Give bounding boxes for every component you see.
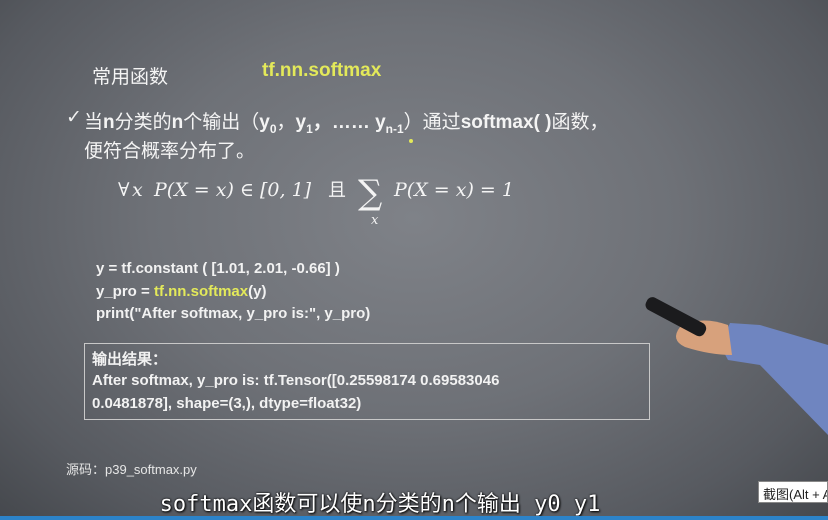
bullet-y1: y [295,112,307,133]
bullet-text: 分类的 [114,112,172,133]
bullet-n: n [103,112,115,133]
bullet-sub1: 1 [306,121,313,136]
video-subtitle: softmax函数可以使n分类的n个输出 y0 y1 [159,492,601,517]
forall-symbol: ∀ [118,179,130,201]
pointer-dot [409,139,413,143]
formula-prob: P(X = x) ∈ [0, 1] [153,179,312,201]
output-line-1: After softmax, y_pro is: tf.Tensor([0.25… [92,372,500,389]
bullet-subn: n-1 [385,121,404,136]
presenter-hand-image [645,297,828,435]
bullet-softmax: softmax( ) [460,112,552,133]
bullet-y0: y [259,112,270,133]
bullet-text: ）通过 [403,112,461,133]
bullet-dots: ，…… [312,112,376,133]
code-line-2: y_pro = tf.nn.softmax(y) [96,283,266,300]
code-text: (y) [248,283,267,300]
bullet-text: 函数， [551,112,609,133]
bullet-text: 当 [84,112,104,133]
bullet-n: n [171,112,184,133]
code-line-1: y = tf.constant ( [1.01, 2.01, -0.66] ) [96,260,340,277]
sum-subscript: x [371,213,379,228]
sum-symbol: ∑ [358,173,382,213]
lecture-slide: 常用函数 tf.nn.softmax ✓ 当n分类的n个输出（y0，y1，…… … [0,0,828,520]
output-line-2: 0.0481878], shape=(3,), dtype=float32) [92,395,362,412]
bullet-yn: y [375,112,386,133]
bullet-sep: ， [276,112,296,133]
bullet-line-1: 当n分类的n个输出（y0，y1，…… yn-1）通过softmax( )函数， [84,107,609,136]
bullet-sub0: 0 [269,121,277,136]
screenshot-tooltip[interactable]: 截图(Alt + A) [758,481,828,503]
sum-expression: P(X = x) = 1 [393,179,514,201]
formula-and: 且 [328,180,346,201]
check-bullet-icon: ✓ [66,107,82,128]
formula-var: x [132,179,143,201]
code-text: y_pro = [96,283,154,300]
code-highlight: tf.nn.softmax [153,283,249,300]
bullet-line-2: 便符合概率分布了。 [84,141,256,162]
code-line-3: print("After softmax, y_pro is:", y_pro) [96,305,371,322]
source-note: 源码：p39_softmax.py [66,462,197,477]
slide-section-title: 常用函数 [92,67,169,88]
output-label: 输出结果： [92,351,168,368]
video-progress-bar[interactable] [0,516,828,520]
bullet-text: 个输出（ [183,112,260,133]
function-name: tf.nn.softmax [262,60,382,81]
probability-formula: ∀ x P(X = x) ∈ [0, 1] 且 ∑ x P(X = x) = 1 [118,173,514,228]
